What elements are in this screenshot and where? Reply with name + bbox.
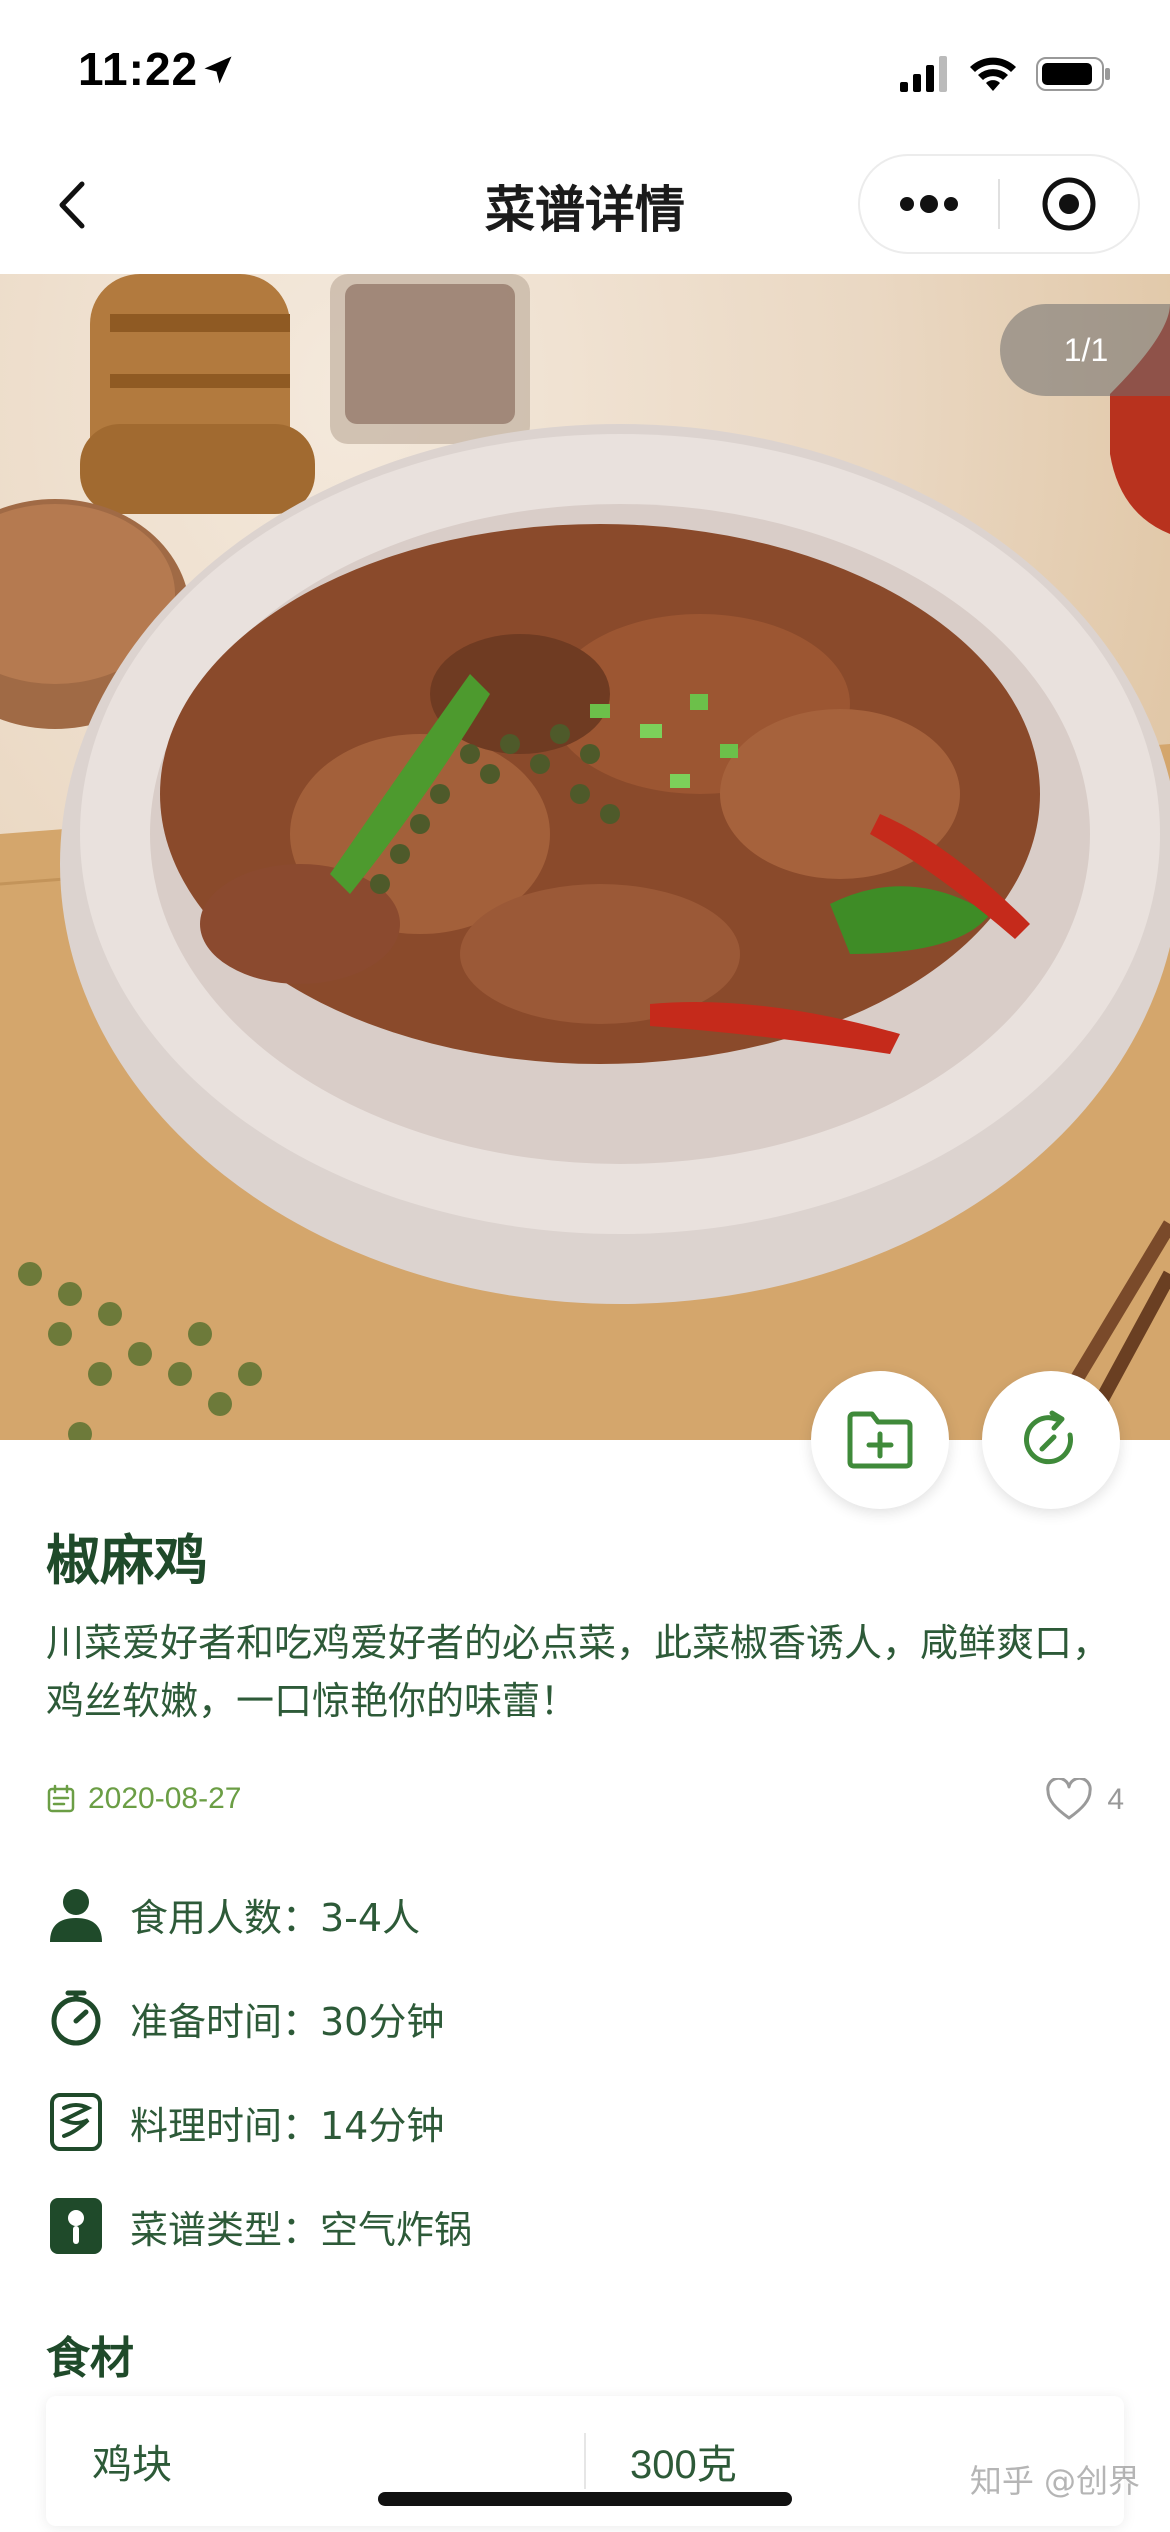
info-prep-time: 准备时间：30分钟 bbox=[46, 1988, 444, 2048]
recipe-title: 椒麻鸡 bbox=[46, 1529, 208, 1592]
add-to-folder-button[interactable] bbox=[811, 1371, 949, 1509]
status-bar: 11:22 bbox=[0, 0, 1170, 140]
heart-icon bbox=[1046, 1778, 1092, 1820]
like-count: 4 bbox=[1107, 1783, 1124, 1816]
target-close-icon bbox=[1042, 177, 1096, 231]
like-button[interactable]: 4 bbox=[1045, 1778, 1124, 1822]
info-servings: 食用人数：3-4人 bbox=[46, 1884, 420, 1944]
wifi-icon bbox=[970, 57, 1016, 91]
more-dots-icon bbox=[900, 195, 958, 213]
folder-add-icon bbox=[847, 1411, 913, 1469]
recipe-description: 川菜爱好者和吃鸡爱好者的必点菜，此菜椒香诱人，咸鲜爽口，鸡丝软嫩，一口惊艳你的味… bbox=[46, 1621, 1111, 1723]
dish-illustration bbox=[0, 274, 1170, 1440]
ingredient-row: 鸡块 300克 bbox=[46, 2396, 1124, 2526]
close-mini-program-button[interactable] bbox=[1000, 156, 1138, 252]
photo-counter: 1/1 bbox=[1000, 304, 1170, 396]
timer-icon bbox=[46, 1988, 106, 2048]
ingredient-name: 鸡块 bbox=[92, 2442, 172, 2488]
refresh-share-icon bbox=[1024, 1410, 1073, 1465]
info-cook-time: 料理时间：14分钟 bbox=[46, 2092, 444, 2152]
location-arrow-icon bbox=[204, 56, 232, 84]
cooking-coil-icon bbox=[46, 2092, 106, 2152]
ingredient-quantity: 300克 bbox=[630, 2443, 737, 2487]
status-time: 11:22 bbox=[78, 43, 199, 95]
person-icon bbox=[46, 1884, 106, 1944]
mini-program-capsule bbox=[858, 154, 1140, 254]
cook-time-text: 料理时间：14分钟 bbox=[130, 2103, 445, 2148]
home-indicator[interactable] bbox=[378, 2492, 792, 2506]
more-button[interactable] bbox=[860, 156, 998, 252]
publish-date-row: 2020-08-27 bbox=[46, 1782, 241, 1816]
nav-bar: 菜谱详情 bbox=[0, 140, 1170, 274]
publish-date: 2020-08-27 bbox=[88, 1782, 242, 1815]
prep-time-text: 准备时间：30分钟 bbox=[130, 1999, 445, 2044]
recipe-type-text: 菜谱类型：空气炸锅 bbox=[130, 2207, 473, 2252]
status-icons bbox=[900, 54, 1112, 94]
calendar-icon bbox=[47, 1784, 75, 1813]
info-recipe-type: 菜谱类型：空气炸锅 bbox=[46, 2196, 472, 2256]
share-button[interactable] bbox=[982, 1371, 1120, 1509]
recipe-photo[interactable]: 1/1 bbox=[0, 274, 1170, 1440]
watermark: 知乎 @创界 bbox=[969, 2462, 1140, 2500]
air-fryer-icon bbox=[46, 2196, 106, 2256]
ingredients-heading: 食材 bbox=[46, 2333, 134, 2384]
signal-icon bbox=[900, 56, 947, 92]
battery-icon bbox=[1036, 57, 1110, 91]
servings-text: 食用人数：3-4人 bbox=[130, 1895, 421, 1940]
